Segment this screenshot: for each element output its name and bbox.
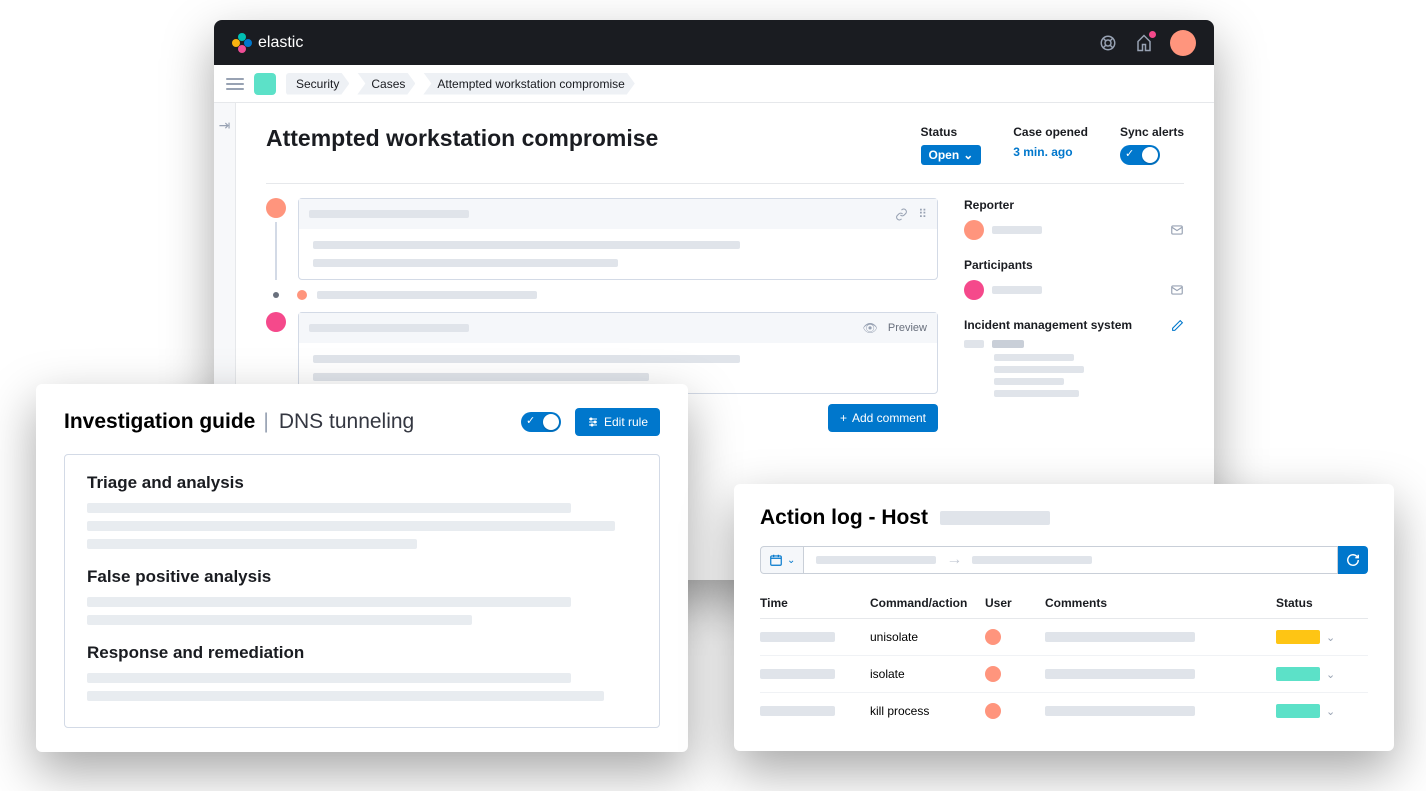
user-avatar-small [985, 703, 1001, 719]
reporter-avatar[interactable] [964, 220, 984, 240]
comment-card[interactable]: ⠿ [298, 198, 938, 280]
chevron-down-icon[interactable]: ⌄ [1326, 631, 1335, 644]
logo-icon [232, 33, 252, 53]
timeline-entry: 👁 Preview [266, 312, 938, 394]
news-icon[interactable] [1134, 33, 1154, 53]
avatar-dot [266, 198, 286, 218]
case-meta: Status Open ⌄ Case opened 3 min. ago Syn… [921, 125, 1184, 165]
table-row[interactable]: kill process ⌄ [760, 693, 1368, 729]
refresh-button[interactable] [1338, 546, 1368, 574]
crumb-current: Attempted workstation compromise [423, 73, 634, 95]
elastic-logo[interactable]: elastic [232, 33, 303, 53]
crumb-cases[interactable]: Cases [357, 73, 415, 95]
opened-label: Case opened [1013, 125, 1088, 139]
ims-section: Incident management system [964, 318, 1184, 397]
ig-header: Investigation guide | DNS tunneling Edit… [64, 408, 660, 436]
status-label: Status [921, 125, 982, 139]
investigation-guide-panel: Investigation guide | DNS tunneling Edit… [36, 384, 688, 752]
reporter-section: Reporter [964, 198, 1184, 240]
action-log-panel: Action log - Host ⌄ → Time Command/actio… [734, 484, 1394, 751]
table-row[interactable]: isolate ⌄ [760, 656, 1368, 693]
add-comment-button[interactable]: + Add comment [828, 404, 938, 432]
action-log-table: Time Command/action User Comments Status… [760, 588, 1368, 729]
arrow-right-icon: → [946, 551, 962, 569]
menu-icon[interactable] [226, 78, 244, 90]
breadcrumbs: Security Cases Attempted workstation com… [286, 73, 643, 95]
status-block: Status Open ⌄ [921, 125, 982, 165]
cmd-cell: isolate [870, 667, 985, 681]
cmd-cell: kill process [870, 704, 985, 718]
participants-section: Participants [964, 258, 1184, 300]
opened-value[interactable]: 3 min. ago [1013, 145, 1088, 159]
crumb-security[interactable]: Security [286, 73, 349, 95]
user-avatar-small [985, 666, 1001, 682]
avatar-dot [266, 312, 286, 332]
ig-section-response: Response and remediation [87, 643, 637, 701]
mail-icon[interactable] [1170, 283, 1184, 297]
chevron-down-icon: ⌄ [963, 148, 973, 162]
sync-toggle[interactable] [1120, 145, 1160, 165]
case-sidebar: Reporter Participants [964, 198, 1184, 432]
date-quick-button[interactable]: ⌄ [760, 546, 804, 574]
timeline-entry: ⠿ [266, 198, 938, 280]
help-icon[interactable] [1098, 33, 1118, 53]
chevron-down-icon: ⌄ [787, 555, 795, 566]
table-row[interactable]: unisolate ⌄ [760, 619, 1368, 656]
al-toolbar: ⌄ → [760, 546, 1368, 574]
timeline-event [273, 290, 938, 300]
participant-avatar[interactable] [964, 280, 984, 300]
app-badge[interactable] [254, 73, 276, 95]
breadcrumb-bar: Security Cases Attempted workstation com… [214, 65, 1214, 103]
mail-icon[interactable] [1170, 223, 1184, 237]
opened-block: Case opened 3 min. ago [1013, 125, 1088, 165]
chevron-down-icon[interactable]: ⌄ [1326, 668, 1335, 681]
status-badge [1276, 630, 1320, 644]
ig-subject: DNS tunneling [279, 410, 414, 434]
ig-title: Investigation guide [64, 410, 255, 434]
plus-icon: + [840, 411, 847, 425]
sliders-icon [587, 416, 599, 428]
status-badge [1276, 667, 1320, 681]
status-badge [1276, 704, 1320, 718]
table-header: Time Command/action User Comments Status [760, 588, 1368, 619]
sync-block: Sync alerts [1120, 125, 1184, 165]
comment-card[interactable]: 👁 Preview [298, 312, 938, 394]
user-avatar[interactable] [1170, 30, 1196, 56]
chevron-down-icon[interactable]: ⌄ [1326, 705, 1335, 718]
edit-rule-button[interactable]: Edit rule [575, 408, 660, 436]
ig-section-triage: Triage and analysis [87, 473, 637, 549]
date-range-input[interactable]: → [804, 546, 1338, 574]
link-icon[interactable] [895, 208, 908, 221]
more-icon[interactable]: ⠿ [918, 207, 927, 221]
user-avatar-small [985, 629, 1001, 645]
preview-text[interactable]: Preview [888, 322, 927, 334]
page-title: Attempted workstation compromise [266, 125, 658, 152]
brand-text: elastic [258, 34, 303, 52]
status-dropdown[interactable]: Open ⌄ [921, 145, 982, 165]
al-title-row: Action log - Host [760, 506, 1368, 530]
pencil-icon[interactable] [1171, 319, 1184, 332]
topbar-actions [1098, 30, 1196, 56]
sync-label: Sync alerts [1120, 125, 1184, 139]
ig-content: Triage and analysis False positive analy… [64, 454, 660, 728]
notification-badge [1149, 31, 1156, 38]
topbar: elastic [214, 20, 1214, 65]
calendar-icon [769, 553, 783, 567]
cmd-cell: unisolate [870, 630, 985, 644]
page-header: Attempted workstation compromise Status … [266, 125, 1184, 184]
ig-toggle[interactable] [521, 412, 561, 432]
eye-icon: 👁 [863, 321, 878, 335]
ig-section-false-positive: False positive analysis [87, 567, 637, 625]
